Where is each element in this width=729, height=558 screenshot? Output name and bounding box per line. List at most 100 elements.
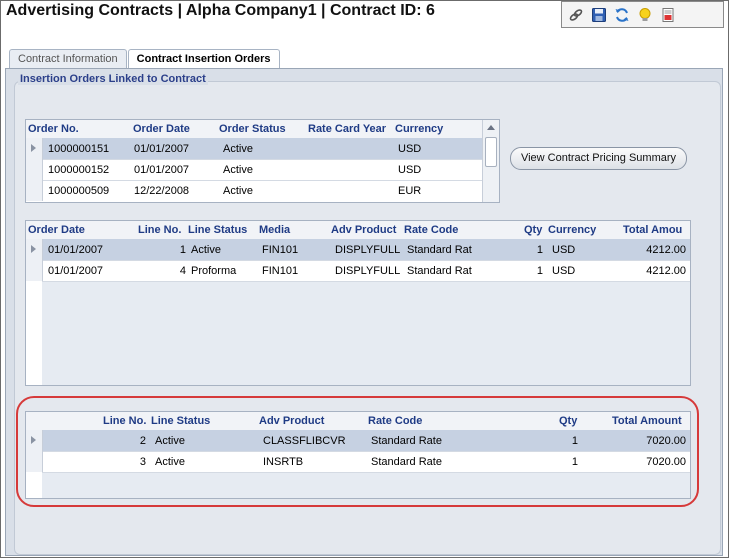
cell-currency: EUR: [398, 185, 422, 197]
save-icon[interactable]: [589, 5, 608, 24]
cell-line-no: 4: [179, 265, 186, 277]
row-pointer-icon: [31, 144, 36, 152]
cell-total-amount: 4212.00: [646, 265, 686, 277]
table-row[interactable]: 2 Active CLASSFLIBCVR Standard Rate 1 70…: [26, 430, 690, 451]
col-order-status[interactable]: Order Status: [219, 123, 286, 135]
cell-order-date: 01/01/2007: [134, 143, 190, 155]
cell-order-date: 01/01/2007: [48, 265, 104, 277]
col-rate-code[interactable]: Rate Code: [404, 224, 458, 236]
toolbar: [561, 1, 724, 28]
table-row[interactable]: 3 Active INSRTB Standard Rate 1 7020.00: [26, 451, 690, 472]
cell-adv-product: CLASSFLIBCVR: [263, 435, 346, 447]
table-row[interactable]: 1000000152 01/01/2007 Active USD: [26, 159, 499, 180]
cell-total-amount: 4212.00: [646, 244, 686, 256]
cell-rate-code: Standard Rate: [371, 456, 442, 468]
row-selector[interactable]: [26, 180, 43, 201]
cell-order-date: 01/01/2007: [48, 244, 104, 256]
cell-rate-code: Standard Rate: [371, 435, 442, 447]
cell-order-no: 1000000152: [48, 164, 110, 176]
col-line-no[interactable]: Line No.: [138, 224, 181, 236]
cell-order-status: Active: [223, 143, 253, 155]
col-line-no[interactable]: Line No.: [103, 415, 146, 427]
scroll-up-icon[interactable]: [487, 125, 495, 130]
cell-adv-product: DISPLYFULL: [335, 244, 401, 256]
orders-grid-scrollbar[interactable]: [482, 120, 499, 202]
cell-adv-product: INSRTB: [263, 456, 304, 468]
cell-line-status: Active: [155, 456, 185, 468]
cell-line-status: Active: [155, 435, 185, 447]
lightbulb-icon[interactable]: [635, 5, 654, 24]
col-line-status[interactable]: Line Status: [151, 415, 210, 427]
col-currency[interactable]: Currency: [395, 123, 443, 135]
row-selector[interactable]: [26, 138, 43, 159]
row-selector[interactable]: [26, 451, 43, 472]
cell-currency: USD: [552, 265, 576, 277]
table-row[interactable]: 01/01/2007 1 Active FIN101 DISPLYFULL St…: [26, 239, 690, 260]
col-currency[interactable]: Currency: [548, 224, 596, 236]
cell-order-status: Active: [223, 185, 253, 197]
cell-line-no: 2: [139, 435, 146, 447]
cell-order-date: 01/01/2007: [134, 164, 190, 176]
tab-bar: Contract Information Contract Insertion …: [9, 49, 281, 70]
table-row[interactable]: 01/01/2007 4 Proforma FIN101 DISPLYFULL …: [26, 260, 690, 281]
col-rate-code[interactable]: Rate Code: [368, 415, 422, 427]
tab-contract-insertion-orders[interactable]: Contract Insertion Orders: [127, 49, 280, 70]
row-selector[interactable]: [26, 159, 43, 180]
group-title: Insertion Orders Linked to Contract: [18, 73, 208, 85]
col-media[interactable]: Media: [259, 224, 290, 236]
col-order-date[interactable]: Order Date: [28, 224, 85, 236]
col-order-no[interactable]: Order No.: [28, 123, 79, 135]
view-contract-pricing-summary-button[interactable]: View Contract Pricing Summary: [510, 147, 687, 170]
cell-line-no: 1: [179, 244, 186, 256]
cell-currency: USD: [398, 164, 422, 176]
order-lines-grid: Order Date Line No. Line Status Media Ad…: [25, 220, 691, 386]
cell-line-status: Proforma: [191, 265, 237, 277]
page-title: Advertising Contracts | Alpha Company1 |…: [6, 2, 435, 19]
scroll-thumb[interactable]: [485, 137, 497, 167]
row-selector[interactable]: [26, 239, 43, 260]
col-adv-product[interactable]: Adv Product: [331, 224, 396, 236]
cell-qty: 1: [536, 265, 543, 277]
cell-rate-code: Standard Rat: [407, 265, 472, 277]
col-total-amount[interactable]: Total Amount: [612, 415, 682, 427]
col-rate-card-year[interactable]: Rate Card Year: [308, 123, 386, 135]
col-adv-product[interactable]: Adv Product: [259, 415, 324, 427]
cell-adv-product: DISPLYFULL: [335, 265, 401, 277]
cell-currency: USD: [552, 244, 576, 256]
order-lines-grid-header: Order Date Line No. Line Status Media Ad…: [26, 221, 690, 240]
cell-qty: 1: [571, 456, 578, 468]
col-qty[interactable]: Qty: [559, 415, 577, 427]
cell-order-no: 1000000509: [48, 185, 110, 197]
cell-line-no: 3: [139, 456, 146, 468]
row-selector[interactable]: [26, 430, 43, 451]
cell-order-status: Active: [223, 164, 253, 176]
cell-qty: 1: [571, 435, 578, 447]
cell-total-amount: 7020.00: [646, 435, 686, 447]
col-line-status[interactable]: Line Status: [188, 224, 247, 236]
table-row[interactable]: 1000000151 01/01/2007 Active USD: [26, 138, 499, 159]
col-order-date[interactable]: Order Date: [133, 123, 190, 135]
orders-grid: Order No. Order Date Order Status Rate C…: [25, 119, 500, 203]
cell-rate-code: Standard Rat: [407, 244, 472, 256]
linked-lines-grid-header: Line No. Line Status Adv Product Rate Co…: [26, 412, 690, 431]
row-selector[interactable]: [26, 260, 43, 281]
tab-contract-information[interactable]: Contract Information: [9, 49, 127, 69]
cell-order-no: 1000000151: [48, 143, 110, 155]
col-qty[interactable]: Qty: [524, 224, 542, 236]
col-total-amount[interactable]: Total Amou: [623, 224, 682, 236]
link-icon[interactable]: [566, 5, 585, 24]
cell-currency: USD: [398, 143, 422, 155]
cell-total-amount: 7020.00: [646, 456, 686, 468]
cell-line-status: Active: [191, 244, 221, 256]
report-icon[interactable]: [658, 5, 677, 24]
cell-qty: 1: [536, 244, 543, 256]
table-row[interactable]: 1000000509 12/22/2008 Active EUR: [26, 180, 499, 201]
linked-lines-grid: Line No. Line Status Adv Product Rate Co…: [25, 411, 691, 499]
refresh-icon[interactable]: [612, 5, 631, 24]
row-pointer-icon: [31, 245, 36, 253]
cell-media: FIN101: [262, 265, 299, 277]
cell-order-date: 12/22/2008: [134, 185, 190, 197]
orders-grid-header: Order No. Order Date Order Status Rate C…: [26, 120, 499, 139]
row-pointer-icon: [31, 436, 36, 444]
cell-media: FIN101: [262, 244, 299, 256]
